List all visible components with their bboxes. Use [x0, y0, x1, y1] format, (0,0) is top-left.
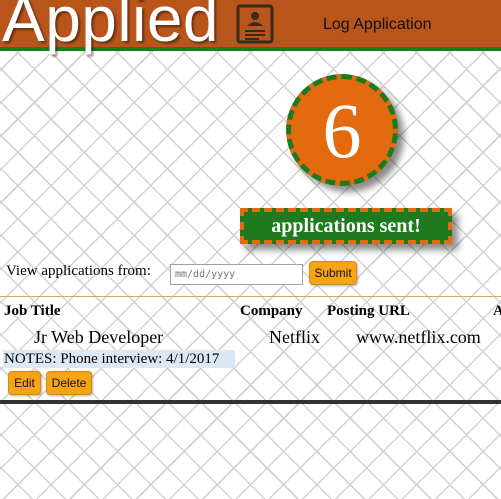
- submit-button[interactable]: Submit: [309, 261, 357, 285]
- app-logo[interactable]: Applied: [2, 0, 219, 51]
- section-divider: [0, 400, 501, 404]
- log-application-link[interactable]: Log Application: [323, 16, 432, 34]
- app-header: Applied Log Application: [0, 0, 501, 51]
- filter-label: View applications from:: [6, 263, 151, 279]
- column-header-job-title: Job Title: [4, 303, 61, 319]
- applications-sent-text: applications sent!: [271, 214, 421, 237]
- column-header-company: Company: [240, 303, 303, 319]
- column-header-posting-url: Posting URL: [327, 303, 410, 319]
- delete-button[interactable]: Delete: [46, 371, 92, 395]
- posting-url-cell[interactable]: www.netflix.com: [356, 327, 481, 348]
- company-cell: Netflix: [269, 327, 320, 347]
- application-count: 6: [322, 87, 362, 174]
- application-notes: NOTES: Phone interview: 4/1/2017: [3, 350, 235, 368]
- date-filter-input[interactable]: [170, 264, 303, 285]
- job-title-cell: Jr Web Developer: [34, 327, 164, 347]
- application-count-badge: 6: [286, 74, 398, 186]
- resume-icon[interactable]: [236, 4, 274, 44]
- applications-sent-banner: applications sent!: [240, 208, 452, 244]
- column-header-a: A: [493, 303, 501, 319]
- edit-button[interactable]: Edit: [8, 371, 41, 395]
